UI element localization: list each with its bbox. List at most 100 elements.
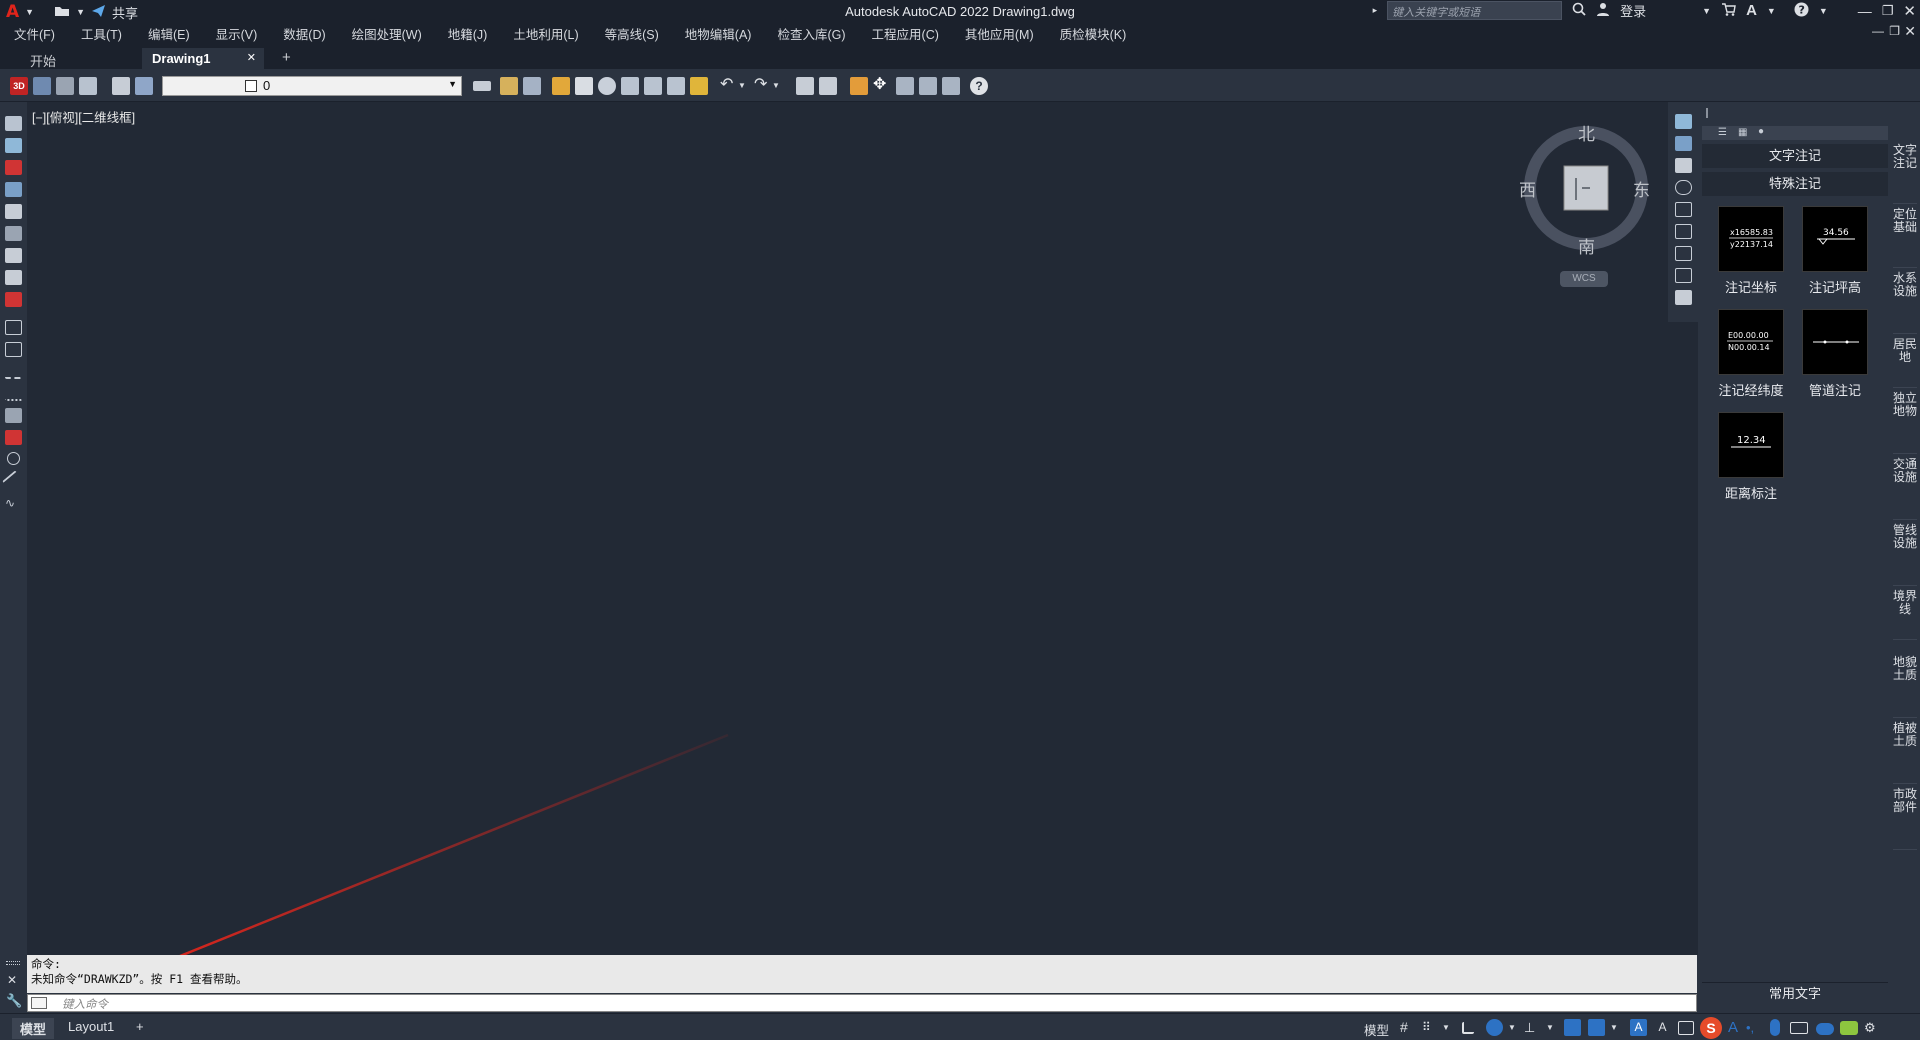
circle-tool-icon[interactable]: [7, 452, 20, 465]
tool-icon-1[interactable]: [5, 116, 22, 131]
undo-zoom-icon[interactable]: [552, 77, 570, 95]
palette-grip[interactable]: [1706, 108, 1708, 118]
extend-icon[interactable]: [942, 77, 960, 95]
tool-icon-4[interactable]: [5, 182, 22, 197]
new-tab-button[interactable]: +: [272, 48, 301, 70]
menu-item-engineering[interactable]: 工程应用(C): [872, 24, 939, 43]
help-dropdown-icon[interactable]: ▼: [1819, 6, 1828, 16]
menu-item-land-use[interactable]: 土地利用(L): [513, 24, 578, 43]
share-button[interactable]: 共享: [112, 3, 138, 22]
restore-window-icon[interactable]: ❐: [1882, 3, 1894, 19]
tool-icon-9[interactable]: [5, 292, 22, 307]
menu-item-qc[interactable]: 质检模块(K): [1060, 24, 1127, 43]
pan-nav-icon[interactable]: [1675, 136, 1692, 151]
menu-item-file[interactable]: 文件(F): [14, 24, 55, 43]
ime-chinese-icon[interactable]: A: [1728, 1019, 1745, 1036]
app-dropdown-icon[interactable]: ▼: [1767, 6, 1776, 16]
search-expand-icon[interactable]: ▸: [1373, 5, 1378, 16]
auto-scale-icon[interactable]: A: [1654, 1019, 1671, 1036]
grid-icon[interactable]: #: [1400, 1019, 1417, 1036]
vtab-residential[interactable]: 居民地: [1893, 338, 1917, 388]
zoom-realtime-icon[interactable]: [598, 77, 616, 95]
annotate-distance-button[interactable]: 12.34: [1718, 412, 1784, 478]
command-settings-icon[interactable]: 🔧: [6, 993, 22, 1009]
zoom-nav-icon[interactable]: [1675, 158, 1692, 173]
minimize-window-icon[interactable]: —: [1858, 3, 1872, 19]
help-icon[interactable]: ?: [1794, 2, 1809, 20]
vtab-independent[interactable]: 独立地物: [1893, 392, 1917, 454]
redo-icon[interactable]: ↷: [754, 77, 772, 95]
command-recent-icon[interactable]: [31, 997, 47, 1009]
grid-view-icon[interactable]: ▦: [1738, 127, 1747, 138]
properties-icon[interactable]: [796, 77, 814, 95]
vtab-text-annotation[interactable]: 文字注记: [1893, 144, 1917, 204]
ime-punct-icon[interactable]: •,: [1746, 1019, 1763, 1036]
isodraft-icon[interactable]: ⊥: [1524, 1019, 1541, 1036]
ime-skin-icon[interactable]: [1840, 1021, 1858, 1035]
annotate-pipe-button[interactable]: [1802, 309, 1868, 375]
zoom-all-icon[interactable]: [667, 77, 685, 95]
ime-logo-icon[interactable]: S: [1700, 1017, 1722, 1039]
command-grip-icon[interactable]: [6, 961, 20, 965]
tool-icon-6[interactable]: [5, 226, 22, 241]
tool-icon-12[interactable]: [5, 364, 22, 379]
tool-icon-8[interactable]: [5, 270, 22, 285]
command-close-icon[interactable]: ✕: [7, 973, 17, 987]
menu-item-drawing[interactable]: 绘图处理(W): [352, 24, 422, 43]
orbit-nav-icon[interactable]: [1675, 180, 1692, 195]
add-layout-button[interactable]: +: [128, 1018, 152, 1035]
tool-icon-3[interactable]: [5, 160, 22, 175]
category-special-annotation[interactable]: 特殊注记: [1702, 172, 1888, 196]
app-menu-dropdown-icon[interactable]: ▼: [25, 7, 34, 17]
user-icon[interactable]: [1596, 2, 1610, 19]
help-toolbar-icon[interactable]: ?: [970, 77, 988, 95]
vtab-control-base[interactable]: 定位基础: [1893, 208, 1917, 268]
match-layer-icon[interactable]: [473, 81, 491, 91]
login-dropdown-icon[interactable]: ▼: [1702, 6, 1711, 16]
vtab-water[interactable]: 水系设施: [1893, 272, 1917, 334]
menu-item-contour[interactable]: 等高线(S): [605, 24, 659, 43]
tool-icon-14[interactable]: [5, 408, 22, 423]
close-window-icon[interactable]: ✕: [1903, 2, 1916, 20]
undo-icon[interactable]: ↶: [720, 77, 738, 95]
layer-properties-icon[interactable]: [112, 77, 130, 95]
viewport-icon[interactable]: [56, 77, 74, 95]
pin-icon[interactable]: ●: [1758, 126, 1764, 137]
open-folder-icon[interactable]: [54, 4, 70, 20]
object-snap-tracking-icon[interactable]: [1564, 1019, 1581, 1036]
menu-item-check[interactable]: 检查入库(G): [777, 24, 845, 43]
cart-icon[interactable]: [1721, 2, 1736, 19]
pencil-edit-icon[interactable]: [850, 77, 868, 95]
spline-tool-icon[interactable]: ∿: [5, 496, 22, 511]
vtab-boundary[interactable]: 境界线: [1893, 590, 1917, 640]
share-icon[interactable]: [91, 4, 106, 20]
search-icon[interactable]: [1572, 2, 1586, 19]
annotate-coordinate-button[interactable]: x16585.83 y22137.14: [1718, 206, 1784, 272]
polar-dropdown-icon[interactable]: ▼: [1508, 1019, 1518, 1036]
isodraft-dropdown-icon[interactable]: ▼: [1546, 1019, 1556, 1036]
doc-close-icon[interactable]: ✕: [1904, 23, 1916, 40]
category-text-annotation[interactable]: 文字注记: [1702, 144, 1888, 168]
tool-icon-5[interactable]: [5, 204, 22, 219]
menu-item-edit[interactable]: 编辑(E): [148, 24, 190, 43]
app-logo-icon[interactable]: A: [6, 2, 19, 22]
zoom-extents-nav-icon[interactable]: [1675, 246, 1692, 261]
tab-model[interactable]: 模型: [12, 1018, 55, 1039]
menu-item-data[interactable]: 数据(D): [283, 24, 325, 43]
ortho-icon[interactable]: [1462, 1022, 1474, 1034]
snap-icon[interactable]: ⠿: [1422, 1019, 1439, 1036]
move-icon[interactable]: ✥: [873, 77, 891, 95]
pan-hand-icon[interactable]: [575, 77, 593, 95]
close-tab-icon[interactable]: ✕: [247, 51, 256, 64]
save-icon[interactable]: [523, 77, 541, 95]
drawing-canvas[interactable]: [−][俯视][二维线框] 北 南 东 西 WCS: [28, 103, 1665, 956]
command-input[interactable]: 键入命令: [27, 994, 1697, 1012]
3d-view-icon[interactable]: 3D: [10, 77, 28, 95]
open-file-icon[interactable]: [500, 77, 518, 95]
layer-dropdown[interactable]: 0 ▼: [162, 76, 462, 96]
zoom-window-icon[interactable]: [621, 77, 639, 95]
ime-cloud-icon[interactable]: [1816, 1023, 1834, 1035]
polar-tracking-icon[interactable]: [1486, 1019, 1503, 1036]
tool-icon-2[interactable]: [5, 138, 22, 153]
menu-item-cadastre[interactable]: 地籍(J): [448, 24, 488, 43]
